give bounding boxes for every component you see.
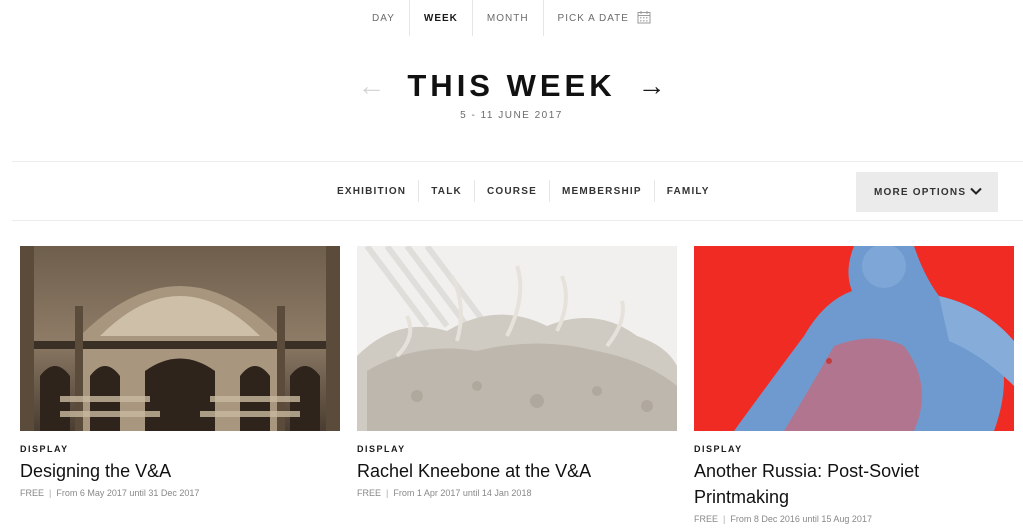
card-price: FREE <box>357 488 382 498</box>
card-dates: From 8 Dec 2016 until 15 Aug 2017 <box>730 514 872 524</box>
tab-day[interactable]: DAY <box>358 0 409 36</box>
filter-bar: EXHIBITION TALK COURSE MEMBERSHIP FAMILY… <box>12 161 1023 221</box>
event-image-print-figure[interactable] <box>694 246 1014 431</box>
card-category: DISPLAY <box>694 444 743 454</box>
event-card[interactable]: DISPLAY Another Russia: Post-Soviet Prin… <box>694 246 1014 524</box>
event-card[interactable]: DISPLAY Designing the V&A FREE | From 6 Ma… <box>20 246 340 498</box>
filter-membership[interactable]: MEMBERSHIP <box>548 180 654 202</box>
card-meta: FREE | From 8 Dec 2016 until 15 Aug 2017 <box>694 514 872 524</box>
event-card[interactable]: DISPLAY Rachel Kneebone at the V&A FREE |… <box>357 246 677 498</box>
card-price: FREE <box>694 514 719 524</box>
date-range: 5 - 11 JUNE 2017 <box>460 110 563 121</box>
chevron-down-icon <box>970 187 982 198</box>
category-filters: EXHIBITION TALK COURSE MEMBERSHIP FAMILY <box>325 162 722 220</box>
period-tabs: DAY WEEK MONTH PICK A DATE <box>0 0 1023 36</box>
tab-pick-a-date[interactable]: PICK A DATE <box>542 0 665 36</box>
card-title[interactable]: Designing the V&A <box>20 458 340 484</box>
filter-course[interactable]: COURSE <box>473 180 549 202</box>
card-category: DISPLAY <box>357 444 406 454</box>
filter-family[interactable]: FAMILY <box>653 180 722 202</box>
tab-month[interactable]: MONTH <box>471 0 543 36</box>
previous-week-arrow-icon[interactable]: ← <box>351 72 391 100</box>
calendar-icon <box>637 10 651 27</box>
filter-exhibition[interactable]: EXHIBITION <box>325 180 418 202</box>
event-image-gallery-interior[interactable] <box>20 246 340 431</box>
card-dates: From 1 Apr 2017 until 14 Jan 2018 <box>393 488 532 498</box>
card-dates: From 6 May 2017 until 31 Dec 2017 <box>56 488 200 498</box>
tab-week[interactable]: WEEK <box>408 0 472 36</box>
more-options-button[interactable]: MORE OPTIONS <box>856 172 998 212</box>
card-title[interactable]: Rachel Kneebone at the V&A <box>357 458 677 484</box>
card-price: FREE <box>20 488 45 498</box>
card-category: DISPLAY <box>20 444 69 454</box>
next-week-arrow-icon[interactable]: → <box>632 72 672 100</box>
card-meta: FREE | From 1 Apr 2017 until 14 Jan 2018 <box>357 488 532 498</box>
card-meta: FREE | From 6 May 2017 until 31 Dec 2017 <box>20 488 200 498</box>
week-heading: ← THIS WEEK → <box>0 66 1023 106</box>
more-options-label: MORE OPTIONS <box>874 186 967 198</box>
card-title[interactable]: Another Russia: Post-Soviet Printmaking <box>694 458 1014 510</box>
page-title: THIS WEEK <box>407 68 616 103</box>
filter-talk[interactable]: TALK <box>418 180 474 202</box>
tab-pick-a-date-label: PICK A DATE <box>557 12 629 24</box>
event-image-porcelain-sculpture[interactable] <box>357 246 677 431</box>
